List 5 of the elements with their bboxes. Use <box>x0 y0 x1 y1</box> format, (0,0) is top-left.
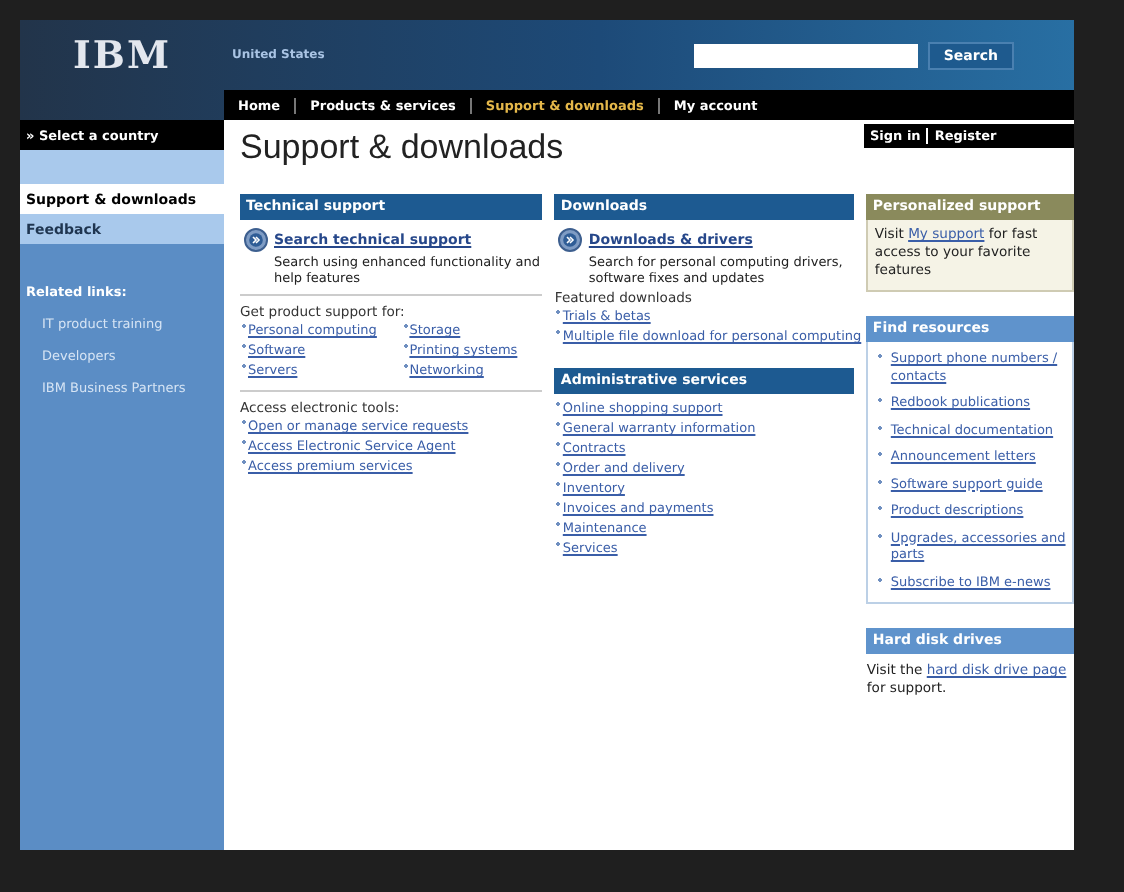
page-title: Support & downloads <box>240 128 564 168</box>
logo[interactable]: IBM <box>20 33 224 77</box>
search-field[interactable] <box>693 43 918 67</box>
arrow-circle-icon[interactable] <box>244 228 268 252</box>
arrow-circle-icon[interactable] <box>558 228 583 252</box>
